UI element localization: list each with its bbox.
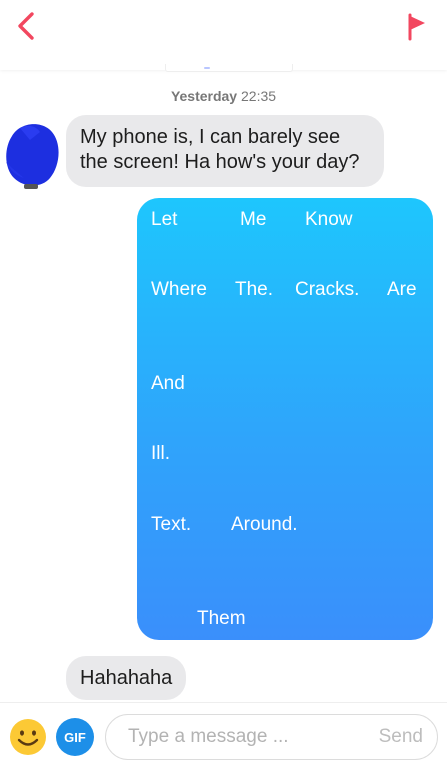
avatar[interactable]: [2, 118, 64, 190]
header-pull-tab: [165, 64, 293, 72]
message-word: Let: [151, 209, 178, 230]
message-word: Are: [387, 279, 417, 300]
smiley-face-icon: [10, 719, 46, 755]
message-word: Cracks.: [295, 279, 360, 300]
message-word: Around.: [231, 514, 298, 535]
message-word: Ill.: [151, 443, 170, 464]
back-button[interactable]: [6, 6, 46, 46]
message-word: Them: [197, 608, 246, 629]
flag-icon: [408, 13, 425, 41]
message-composer: GIF Send: [0, 702, 447, 768]
emoji-button[interactable]: [9, 718, 47, 756]
chevron-left-icon: [18, 12, 34, 40]
outgoing-message: Let Me Know Where The. Cracks. Are And I…: [137, 198, 433, 640]
chat-header: [0, 0, 447, 70]
message-word: And: [151, 373, 185, 394]
message-timestamp: Yesterday 22:35: [0, 88, 447, 104]
message-word: The.: [235, 279, 274, 300]
send-button[interactable]: Send: [379, 726, 423, 748]
message-word: Text.: [151, 514, 192, 535]
incoming-message: My phone is, I can barely see the screen…: [66, 115, 384, 187]
gif-button[interactable]: GIF: [56, 718, 94, 756]
report-button[interactable]: [397, 6, 437, 46]
message-input-container: Send: [105, 714, 438, 760]
timestamp-day: Yesterday: [170, 88, 238, 104]
message-word: Where: [151, 279, 207, 300]
message-word: Me: [240, 209, 267, 230]
timestamp-time: 22:35: [241, 88, 277, 104]
message-input[interactable]: [106, 715, 356, 759]
message-word: Know: [305, 209, 353, 230]
incoming-message: Hahahaha: [66, 656, 187, 700]
